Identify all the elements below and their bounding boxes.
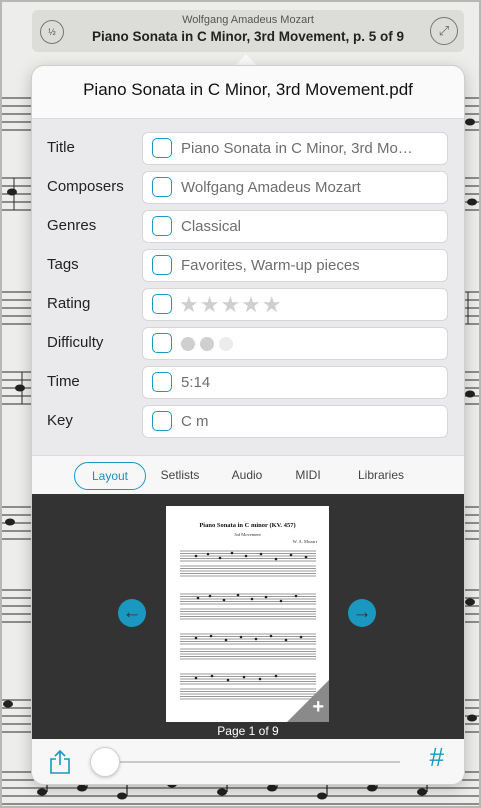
metadata-popover: Piano Sonata in C Minor, 3rd Movement.pd…	[32, 66, 464, 784]
field-label: Composers	[47, 178, 124, 195]
page-indicator: Page 1 of 9	[217, 724, 279, 738]
difficulty-field[interactable]	[142, 327, 448, 360]
tags-field[interactable]: Favorites, Warm-up pieces	[142, 249, 448, 282]
field-key: Key C m	[32, 402, 464, 440]
page-thumbnail[interactable]: Piano Sonata in C minor (KV. 457) 3rd Mo…	[166, 506, 329, 722]
difficulty-dot[interactable]	[200, 337, 214, 351]
tab-midi[interactable]: MIDI	[288, 462, 328, 488]
field-label: Key	[47, 412, 73, 429]
genres-checkbox[interactable]	[152, 216, 172, 236]
field-label: Tags	[47, 256, 79, 273]
app-window: ½ Wolfgang Amadeus Mozart Piano Sonata i…	[0, 0, 481, 808]
tab-audio[interactable]: Audio	[226, 462, 268, 488]
tags-checkbox[interactable]	[152, 255, 172, 275]
metadata-fields: Title Piano Sonata in C Minor, 3rd Mo… C…	[32, 119, 464, 455]
difficulty-dots[interactable]	[181, 337, 238, 356]
field-label: Rating	[47, 295, 91, 312]
next-page-icon[interactable]: →	[348, 599, 376, 627]
key-field[interactable]: C m	[142, 405, 448, 438]
composers-value: Wolfgang Amadeus Mozart	[181, 179, 361, 196]
field-tags: Tags Favorites, Warm-up pieces	[32, 246, 464, 284]
tab-libraries[interactable]: Libraries	[348, 462, 414, 488]
field-time: Time 5:14	[32, 363, 464, 401]
title-value: Piano Sonata in C Minor, 3rd Mo…	[181, 140, 413, 157]
title-checkbox[interactable]	[152, 138, 172, 158]
title-field[interactable]: Piano Sonata in C Minor, 3rd Mo…	[142, 132, 448, 165]
tab-setlists[interactable]: Setlists	[154, 462, 206, 488]
difficulty-dot[interactable]	[181, 337, 195, 351]
field-label: Time	[47, 373, 80, 390]
genres-field[interactable]: Classical	[142, 210, 448, 243]
rating-field[interactable]: ★★★★★	[142, 288, 448, 321]
field-difficulty: Difficulty	[32, 324, 464, 362]
difficulty-dot[interactable]	[219, 337, 233, 351]
key-checkbox[interactable]	[152, 411, 172, 431]
page-slider-track[interactable]	[100, 761, 400, 763]
difficulty-checkbox[interactable]	[152, 333, 172, 353]
key-value: C m	[181, 413, 209, 430]
document-title-bar[interactable]: ½ Wolfgang Amadeus Mozart Piano Sonata i…	[32, 10, 464, 52]
field-genres: Genres Classical	[32, 207, 464, 245]
field-label: Difficulty	[47, 334, 104, 351]
tab-layout[interactable]: Layout	[74, 462, 146, 490]
field-label: Genres	[47, 217, 97, 234]
time-value: 5:14	[181, 374, 211, 391]
share-icon[interactable]	[48, 749, 72, 775]
rating-checkbox[interactable]	[152, 294, 172, 314]
composer-name: Wolfgang Amadeus Mozart	[182, 14, 314, 26]
tags-value: Favorites, Warm-up pieces	[181, 257, 360, 274]
time-field[interactable]: 5:14	[142, 366, 448, 399]
layout-preview-panel: ← Piano Sonata in C minor (KV. 457) 3rd …	[32, 494, 464, 739]
composers-checkbox[interactable]	[152, 177, 172, 197]
previous-page-icon[interactable]: ←	[118, 599, 146, 627]
bottom-toolbar: #	[32, 739, 464, 784]
field-title: Title Piano Sonata in C Minor, 3rd Mo…	[32, 129, 464, 167]
expand-icon[interactable]: ⤢	[430, 17, 458, 45]
field-label: Title	[47, 139, 75, 156]
plus-icon[interactable]: +	[312, 696, 324, 719]
document-title: Piano Sonata in C Minor, 3rd Movement, p…	[91, 29, 405, 44]
composers-field[interactable]: Wolfgang Amadeus Mozart	[142, 171, 448, 204]
rating-stars[interactable]: ★★★★★	[179, 292, 283, 318]
field-rating: Rating ★★★★★	[32, 285, 464, 323]
time-checkbox[interactable]	[152, 372, 172, 392]
genres-value: Classical	[181, 218, 242, 235]
page-slider-knob[interactable]	[90, 747, 120, 777]
field-composers: Composers Wolfgang Amadeus Mozart	[32, 168, 464, 206]
hash-icon[interactable]: #	[430, 742, 444, 773]
popover-title: Piano Sonata in C Minor, 3rd Movement.pd…	[83, 80, 413, 99]
tab-bar: Layout Setlists Audio MIDI Libraries	[32, 455, 464, 495]
